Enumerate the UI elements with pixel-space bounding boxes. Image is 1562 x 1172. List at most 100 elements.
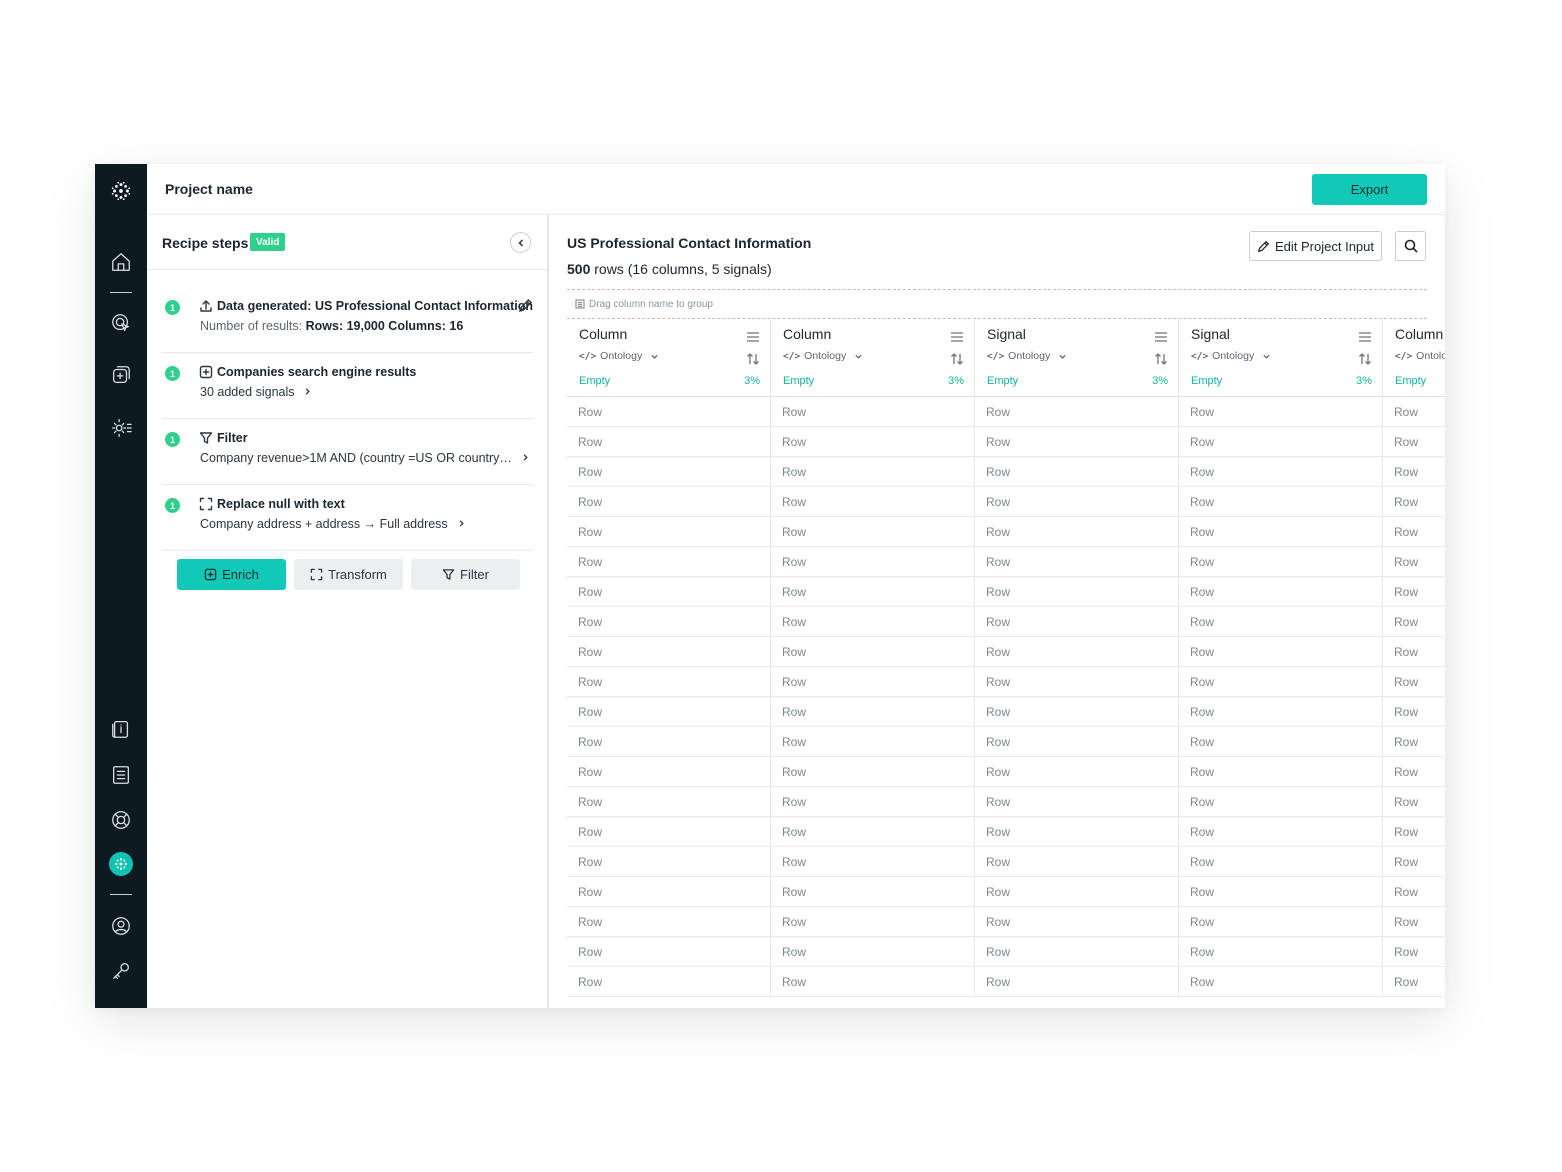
table-cell[interactable]: Row xyxy=(567,397,771,427)
table-cell[interactable]: Row xyxy=(975,607,1179,637)
table-row[interactable]: Row Row Row Row Row xyxy=(567,697,1445,727)
table-cell[interactable]: Row xyxy=(567,877,771,907)
ontology-dropdown[interactable]: </>Ontology xyxy=(1191,350,1271,362)
column-menu-icon[interactable] xyxy=(746,330,760,342)
column-name[interactable]: Signal xyxy=(987,326,1026,342)
table-cell[interactable]: Row xyxy=(1383,697,1445,727)
sort-icon[interactable] xyxy=(1358,352,1372,365)
table-cell[interactable]: Row xyxy=(1383,727,1445,757)
table-cell[interactable]: Row xyxy=(975,757,1179,787)
column-name[interactable]: Column xyxy=(783,326,831,342)
table-row[interactable]: Row Row Row Row Row xyxy=(567,817,1445,847)
table-row[interactable]: Row Row Row Row Row xyxy=(567,937,1445,967)
table-cell[interactable]: Row xyxy=(1383,757,1445,787)
table-cell[interactable]: Row xyxy=(771,757,975,787)
table-cell[interactable]: Row xyxy=(771,787,975,817)
table-cell[interactable]: Row xyxy=(975,967,1179,997)
table-cell[interactable]: Row xyxy=(771,907,975,937)
table-cell[interactable]: Row xyxy=(1179,727,1383,757)
table-cell[interactable]: Row xyxy=(975,727,1179,757)
table-cell[interactable]: Row xyxy=(1179,847,1383,877)
table-cell[interactable]: Row xyxy=(975,697,1179,727)
table-cell[interactable]: Row xyxy=(567,727,771,757)
table-cell[interactable]: Row xyxy=(1383,787,1445,817)
table-cell[interactable]: Row xyxy=(1383,817,1445,847)
filter-button[interactable]: Filter xyxy=(411,559,520,590)
table-cell[interactable]: Row xyxy=(975,877,1179,907)
table-cell[interactable]: Row xyxy=(1383,547,1445,577)
filter-expression[interactable]: Company revenue>1M AND (country =US OR c… xyxy=(200,451,512,465)
table-cell[interactable]: Row xyxy=(1179,427,1383,457)
table-row[interactable]: Row Row Row Row Row xyxy=(567,727,1445,757)
table-cell[interactable]: Row xyxy=(567,817,771,847)
recipe-step[interactable]: 1 Companies search engine results 30 add… xyxy=(147,353,547,419)
table-cell[interactable]: Row xyxy=(1179,937,1383,967)
table-cell[interactable]: Row xyxy=(771,517,975,547)
table-cell[interactable]: Row xyxy=(1383,847,1445,877)
table-cell[interactable]: Row xyxy=(975,637,1179,667)
table-cell[interactable]: Row xyxy=(975,517,1179,547)
column-header[interactable]: Column</>OntologyEmpty3% xyxy=(771,320,975,397)
table-cell[interactable]: Row xyxy=(975,937,1179,967)
table-cell[interactable]: Row xyxy=(771,667,975,697)
table-cell[interactable]: Row xyxy=(771,697,975,727)
table-cell[interactable]: Row xyxy=(975,787,1179,817)
ontology-dropdown[interactable]: </>Ontology xyxy=(1395,350,1445,362)
table-cell[interactable]: Row xyxy=(1179,547,1383,577)
info-book-icon[interactable] xyxy=(108,716,134,742)
help-lifebuoy-icon[interactable] xyxy=(108,807,134,833)
table-cell[interactable]: Row xyxy=(1383,457,1445,487)
table-row[interactable]: Row Row Row Row Row xyxy=(567,397,1445,427)
table-row[interactable]: Row Row Row Row Row xyxy=(567,547,1445,577)
column-menu-icon[interactable] xyxy=(1154,330,1168,342)
table-cell[interactable]: Row xyxy=(1383,397,1445,427)
table-cell[interactable]: Row xyxy=(771,877,975,907)
table-cell[interactable]: Row xyxy=(1179,577,1383,607)
table-cell[interactable]: Row xyxy=(975,547,1179,577)
table-row[interactable]: Row Row Row Row Row xyxy=(567,517,1445,547)
table-cell[interactable]: Row xyxy=(1179,397,1383,427)
table-cell[interactable]: Row xyxy=(771,817,975,847)
column-name[interactable]: Signal xyxy=(1191,326,1230,342)
table-cell[interactable]: Row xyxy=(771,547,975,577)
table-cell[interactable]: Row xyxy=(975,847,1179,877)
table-cell[interactable]: Row xyxy=(567,907,771,937)
table-cell[interactable]: Row xyxy=(567,637,771,667)
table-cell[interactable]: Row xyxy=(1179,907,1383,937)
ontology-dropdown[interactable]: </>Ontology xyxy=(579,350,659,362)
table-row[interactable]: Row Row Row Row Row xyxy=(567,667,1445,697)
table-cell[interactable]: Row xyxy=(975,907,1179,937)
table-cell[interactable]: Row xyxy=(1179,667,1383,697)
table-cell[interactable]: Row xyxy=(771,727,975,757)
table-cell[interactable]: Row xyxy=(1179,487,1383,517)
table-cell[interactable]: Row xyxy=(567,517,771,547)
collapse-panel-button[interactable] xyxy=(510,232,531,253)
ontology-dropdown[interactable]: </>Ontology xyxy=(783,350,863,362)
table-cell[interactable]: Row xyxy=(975,577,1179,607)
table-cell[interactable]: Row xyxy=(771,607,975,637)
transform-expression[interactable]: Company address + address → Full address xyxy=(200,517,448,531)
column-menu-icon[interactable] xyxy=(1358,330,1372,342)
transform-button[interactable]: Transform xyxy=(294,559,403,590)
table-cell[interactable]: Row xyxy=(1179,787,1383,817)
sort-icon[interactable] xyxy=(1154,352,1168,365)
table-cell[interactable]: Row xyxy=(567,577,771,607)
active-workspace-icon[interactable] xyxy=(109,852,133,876)
table-cell[interactable]: Row xyxy=(567,427,771,457)
table-cell[interactable]: Row xyxy=(567,667,771,697)
table-cell[interactable]: Row xyxy=(567,487,771,517)
column-header[interactable]: Column</>OntologyEmpty3% xyxy=(1383,320,1445,397)
ontology-dropdown[interactable]: </>Ontology xyxy=(987,350,1067,362)
table-row[interactable]: Row Row Row Row Row xyxy=(567,847,1445,877)
table-cell[interactable]: Row xyxy=(1383,967,1445,997)
sort-icon[interactable] xyxy=(746,352,760,365)
recipe-step[interactable]: 1 Replace null with text Company address… xyxy=(147,485,547,551)
table-row[interactable]: Row Row Row Row Row xyxy=(567,607,1445,637)
table-cell[interactable]: Row xyxy=(771,457,975,487)
table-cell[interactable]: Row xyxy=(975,667,1179,697)
add-dataset-icon[interactable] xyxy=(108,362,134,388)
table-cell[interactable]: Row xyxy=(771,637,975,667)
table-cell[interactable]: Row xyxy=(975,817,1179,847)
table-cell[interactable]: Row xyxy=(567,547,771,577)
table-cell[interactable]: Row xyxy=(975,457,1179,487)
